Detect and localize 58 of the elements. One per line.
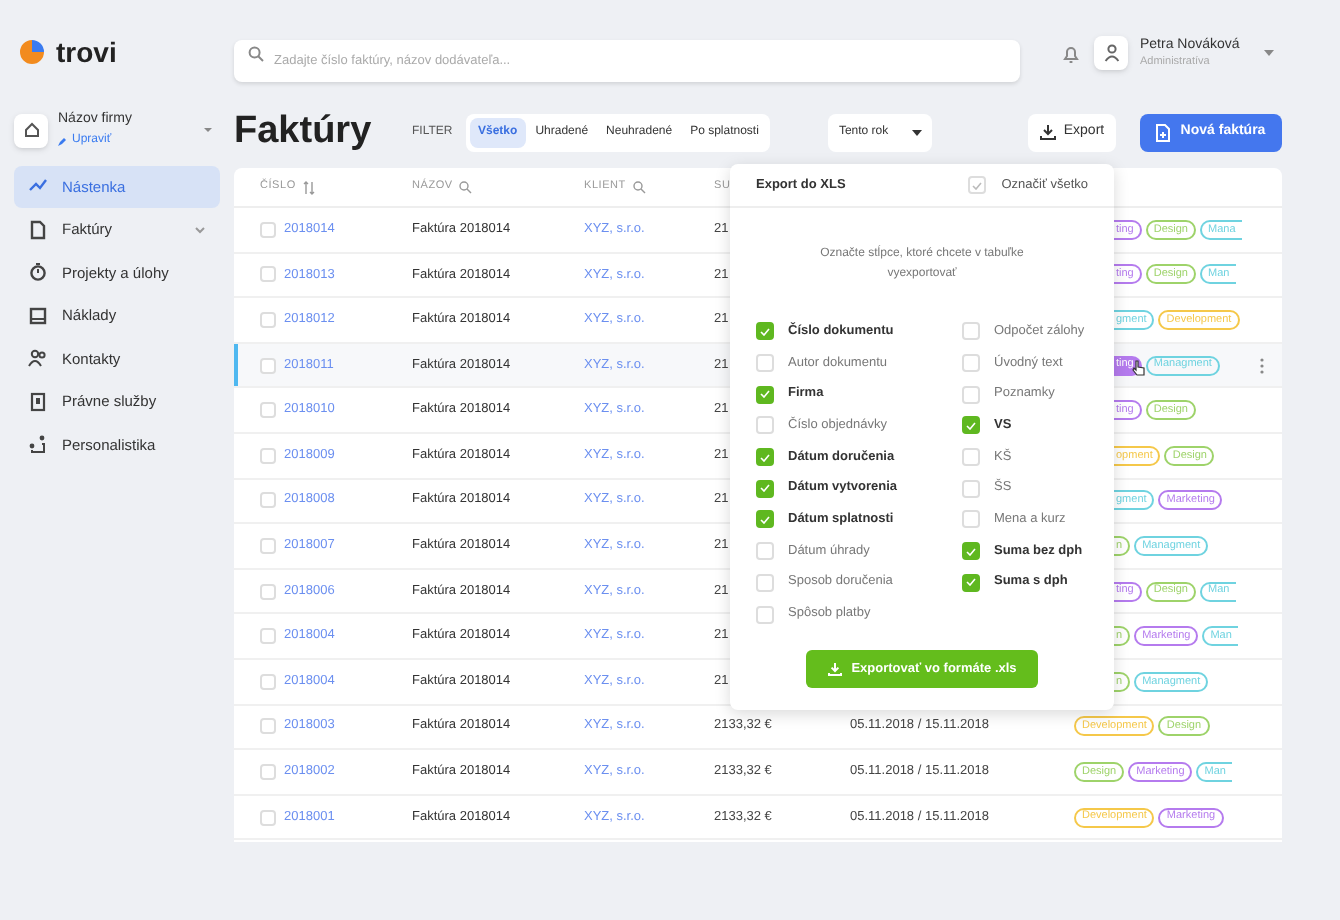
check-icon xyxy=(966,547,976,556)
check-icon xyxy=(971,181,982,189)
check-icon xyxy=(966,421,976,430)
caret-icon xyxy=(1263,50,1274,56)
row-checkbox[interactable] xyxy=(260,221,276,238)
row-checkbox[interactable] xyxy=(260,266,276,283)
row-checkbox[interactable] xyxy=(260,402,276,419)
document-icon xyxy=(1156,123,1171,141)
row-checkbox[interactable] xyxy=(260,537,276,554)
sort-icon xyxy=(301,179,316,195)
row-checkbox[interactable] xyxy=(260,583,276,600)
page-title: Faktúry xyxy=(234,107,374,156)
row-checkbox[interactable] xyxy=(260,311,276,328)
row-checkbox[interactable] xyxy=(260,447,276,464)
option-checkbox[interactable] xyxy=(962,416,980,435)
caret-icon xyxy=(912,129,923,135)
search-icon xyxy=(458,180,473,194)
option-checkbox[interactable] xyxy=(756,479,774,498)
logo-text: trovi xyxy=(56,33,117,71)
row-checkbox[interactable] xyxy=(260,673,276,690)
company-button[interactable] xyxy=(14,113,48,147)
download-icon xyxy=(1039,124,1056,140)
document-icon xyxy=(28,219,48,240)
search-icon xyxy=(248,45,264,61)
search-icon xyxy=(631,180,646,194)
download-icon xyxy=(827,661,842,676)
option-checkbox[interactable] xyxy=(756,448,774,467)
ledger-icon xyxy=(28,305,48,326)
document-icon xyxy=(28,391,48,412)
row-checkbox[interactable] xyxy=(260,492,276,509)
person-icon xyxy=(1103,44,1119,62)
row-checkbox[interactable] xyxy=(260,809,276,826)
check-icon xyxy=(966,578,976,587)
option-checkbox[interactable] xyxy=(962,542,980,561)
people-icon xyxy=(28,348,48,369)
home-icon xyxy=(23,122,39,138)
bell-icon xyxy=(1062,43,1080,63)
option-checkbox[interactable] xyxy=(756,510,774,529)
option-checkbox[interactable] xyxy=(962,573,980,592)
row-checkbox[interactable] xyxy=(260,718,276,735)
check-icon xyxy=(760,484,770,493)
avatar-button[interactable] xyxy=(1094,36,1128,70)
row-checkbox[interactable] xyxy=(260,357,276,374)
row-checkbox[interactable] xyxy=(260,628,276,645)
logo-icon xyxy=(18,38,46,66)
check-icon xyxy=(760,515,770,524)
option-checkbox[interactable] xyxy=(756,385,774,404)
pencil-icon xyxy=(58,135,68,145)
check-icon xyxy=(760,327,770,336)
select-all-checkbox[interactable] xyxy=(967,176,986,194)
check-icon xyxy=(760,390,770,399)
org-icon xyxy=(28,434,48,455)
option-checkbox[interactable] xyxy=(756,322,774,341)
cursor-icon xyxy=(1132,359,1146,376)
stopwatch-icon xyxy=(28,262,48,283)
caret-icon xyxy=(202,126,214,134)
row-checkbox[interactable] xyxy=(260,763,276,780)
check-icon xyxy=(760,453,770,462)
